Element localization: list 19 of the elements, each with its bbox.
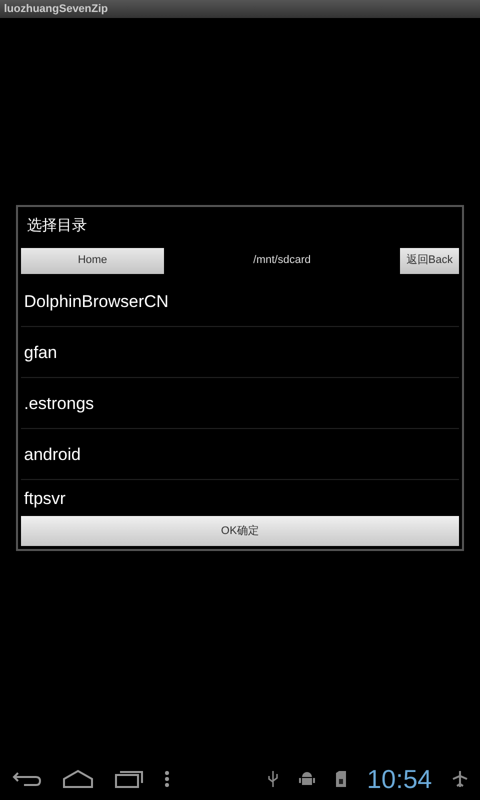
path-label: /mnt/sdcard	[252, 253, 312, 268]
clock: 10:54	[366, 762, 432, 796]
dialog-title: 选择目录	[26, 216, 88, 236]
sd-card-icon	[334, 770, 347, 788]
ok-button[interactable]: OK确定	[21, 516, 459, 546]
folder-item[interactable]: gfan	[24, 340, 58, 366]
usb-icon	[266, 770, 279, 788]
folder-item[interactable]: DolphinBrowserCN	[24, 288, 169, 314]
folder-item[interactable]: .estrongs	[24, 390, 94, 416]
recent-apps-icon[interactable]	[114, 769, 144, 789]
folder-item[interactable]: ftpsvr	[24, 486, 66, 512]
app-title: luozhuangSevenZip	[4, 2, 108, 17]
home-icon[interactable]	[62, 769, 94, 789]
folder-item[interactable]: android	[24, 442, 81, 468]
airplane-icon	[452, 770, 468, 788]
back-button[interactable]: 返回Back	[400, 248, 459, 274]
android-icon	[298, 770, 315, 788]
menu-icon[interactable]	[164, 770, 170, 788]
home-button[interactable]: Home	[21, 248, 164, 274]
